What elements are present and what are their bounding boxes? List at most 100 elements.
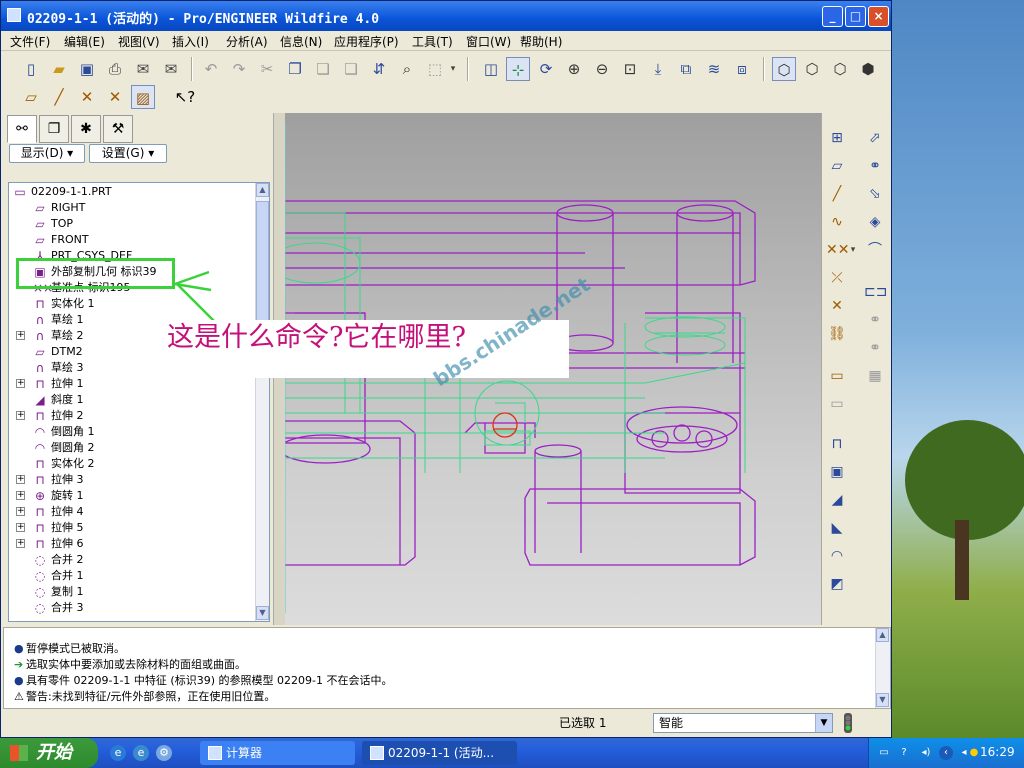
select-box-icon[interactable]: ⬚ [423,57,447,81]
settings-dropdown-button[interactable]: 设置(G) ▾ [89,144,167,163]
tab-favorites[interactable]: ✱ [71,115,101,143]
datum-plane-icon[interactable]: ▱ [826,155,848,177]
shading-icon[interactable]: ⬢ [856,57,880,81]
start-button[interactable]: 开始 [0,738,98,768]
qq-icon[interactable]: ● [967,746,981,760]
orient-mode-icon[interactable]: ⟳ [534,57,558,81]
send-mail-icon[interactable]: ✉ [131,57,155,81]
zoom-out-icon[interactable]: ⊖ [590,57,614,81]
model-tree-item[interactable]: ◌ 复制 1 [9,584,257,600]
chevron-down-icon[interactable]: ▾ [848,239,858,261]
chamfer-tool-icon[interactable]: ◣ [826,517,848,539]
boundary-blend-icon[interactable]: ◈ [864,211,886,233]
scroll-up-icon[interactable]: ▲ [876,628,889,642]
model-tree-item[interactable]: ◢ 斜度 1 [9,392,257,408]
repaint-icon[interactable]: ◫ [479,57,503,81]
model-tree-item[interactable]: + ⊓ 拉伸 4 [9,504,257,520]
model-tree-item[interactable]: ◠ 倒圆角 1 [9,424,257,440]
revolve-tool-icon[interactable]: ▣ [826,461,848,483]
expand-icon[interactable]: + [16,491,25,500]
datum-point-icon[interactable]: ✕✕ [826,239,849,261]
model-tree-item[interactable]: + ⊓ 拉伸 5 [9,520,257,536]
tab-model-tree[interactable]: ⚯ [7,115,37,143]
maximize-button[interactable]: □ [845,6,866,27]
close-button[interactable]: × [868,6,889,27]
regenerate-icon[interactable]: ⇵ [367,57,391,81]
save-icon[interactable]: ▣ [75,57,99,81]
csys-display-icon[interactable]: ✕ [103,85,127,109]
annotation-display-icon[interactable]: ▨ [131,85,155,109]
print-icon[interactable]: ⎙ [103,57,127,81]
scroll-down-icon[interactable]: ▼ [256,606,269,620]
view-manager-icon[interactable]: ⧈ [730,57,754,81]
chevron-left-icon[interactable]: ‹ [939,746,953,760]
show-dropdown-button[interactable]: 显示(D) ▾ [9,144,85,163]
message-scrollbar[interactable]: ▲ ▼ [875,628,890,708]
taskbar-item-calculator[interactable]: 计算器 [200,741,355,765]
new-file-icon[interactable]: ▯ [19,57,43,81]
model-tree-item[interactable]: ◌ 合并 1 [9,568,257,584]
browser-icon[interactable]: e [110,745,126,761]
minimize-button[interactable]: _ [822,6,843,27]
help-icon[interactable]: ? [897,746,911,760]
datum-plane-tool-icon[interactable]: ⊞ [826,127,848,149]
menu-applications[interactable]: 应用程序(P) [334,33,399,50]
model-tree-item[interactable]: + ⊕ 旋转 1 [9,488,257,504]
hidden-line-icon[interactable]: ⬡ [800,57,824,81]
datum-point-display-icon[interactable]: ✕ [75,85,99,109]
model-tree-item[interactable]: + ⊓ 拉伸 3 [9,472,257,488]
expand-icon[interactable]: + [16,523,25,532]
spin-center-icon[interactable]: ⊹ [506,57,530,81]
tab-connections[interactable]: ⚒ [103,115,133,143]
sketch-inactive-icon[interactable]: ▭ [826,393,848,415]
paste-icon[interactable]: ❏ [311,57,335,81]
model-tree-item[interactable]: ◌ 合并 3 [9,600,257,616]
reorient-icon[interactable]: ⤓ [646,57,670,81]
model-tree-item[interactable]: ▱ TOP [9,216,257,232]
trim-icon[interactable]: ⚭ [864,337,886,359]
menu-help[interactable]: 帮助(H) [520,33,562,50]
scroll-up-icon[interactable]: ▲ [256,183,269,197]
extrude-tool-icon[interactable]: ⊓ [826,433,848,455]
model-tree-item[interactable]: + ⊓ 拉伸 1 [9,376,257,392]
model-tree-item[interactable]: ▱ RIGHT [9,200,257,216]
model-tree-item[interactable]: ◌ 合并 2 [9,552,257,568]
send-mail-attachment-icon[interactable]: ✉ [159,57,183,81]
model-tree-item[interactable]: + ⊓ 拉伸 6 [9,536,257,552]
menu-tools[interactable]: 工具(T) [412,33,453,50]
datum-curve-icon[interactable]: ∿ [826,211,848,233]
expand-icon[interactable]: + [16,411,25,420]
expand-icon[interactable]: + [16,379,25,388]
menu-analysis[interactable]: 分析(A) [226,33,268,50]
round-tool-icon[interactable]: ◠ [826,545,848,567]
mirror-icon[interactable]: ⊏⊐ [864,281,887,303]
menu-window[interactable]: 窗口(W) [466,33,511,50]
analysis-feature-icon[interactable]: ✕ [826,295,848,317]
keyboard-icon[interactable]: ▭ [877,746,891,760]
expand-icon[interactable]: + [16,539,25,548]
redo-icon[interactable]: ↷ [227,57,251,81]
variable-section-sweep-icon[interactable]: ⬂ [864,183,886,205]
draft-tool-icon[interactable]: ◢ [826,489,848,511]
layers-icon[interactable]: ≋ [702,57,726,81]
wireframe-icon[interactable]: ⬡ [772,57,796,81]
network-icon[interactable]: ⚙ [156,745,172,761]
sweep-icon[interactable]: ⬀ [864,127,886,149]
csys-icon[interactable]: ⤫ [826,267,848,289]
datum-axis-icon[interactable]: ╱ [826,183,848,205]
regen-status-icon[interactable] [841,713,855,733]
scroll-thumb[interactable] [256,201,269,331]
paste-special-icon[interactable]: ❏ [339,57,363,81]
saved-views-icon[interactable]: ⧉ [674,57,698,81]
open-folder-icon[interactable]: ▰ [47,57,71,81]
expand-icon[interactable]: + [16,331,25,340]
volume-icon[interactable]: ◂) [919,746,933,760]
ie-icon[interactable]: e [133,745,149,761]
model-tree-item[interactable]: ▭ 02209-1-1.PRT [9,184,257,200]
pattern-icon[interactable]: ▦ [864,365,886,387]
no-hidden-icon[interactable]: ⬡ [828,57,852,81]
model-tree-item[interactable]: ▱ FRONT [9,232,257,248]
chevron-down-icon[interactable]: ▼ [815,714,832,732]
model-tree-item[interactable]: ⊓ 实体化 2 [9,456,257,472]
datum-plane-display-icon[interactable]: ▱ [19,85,43,109]
